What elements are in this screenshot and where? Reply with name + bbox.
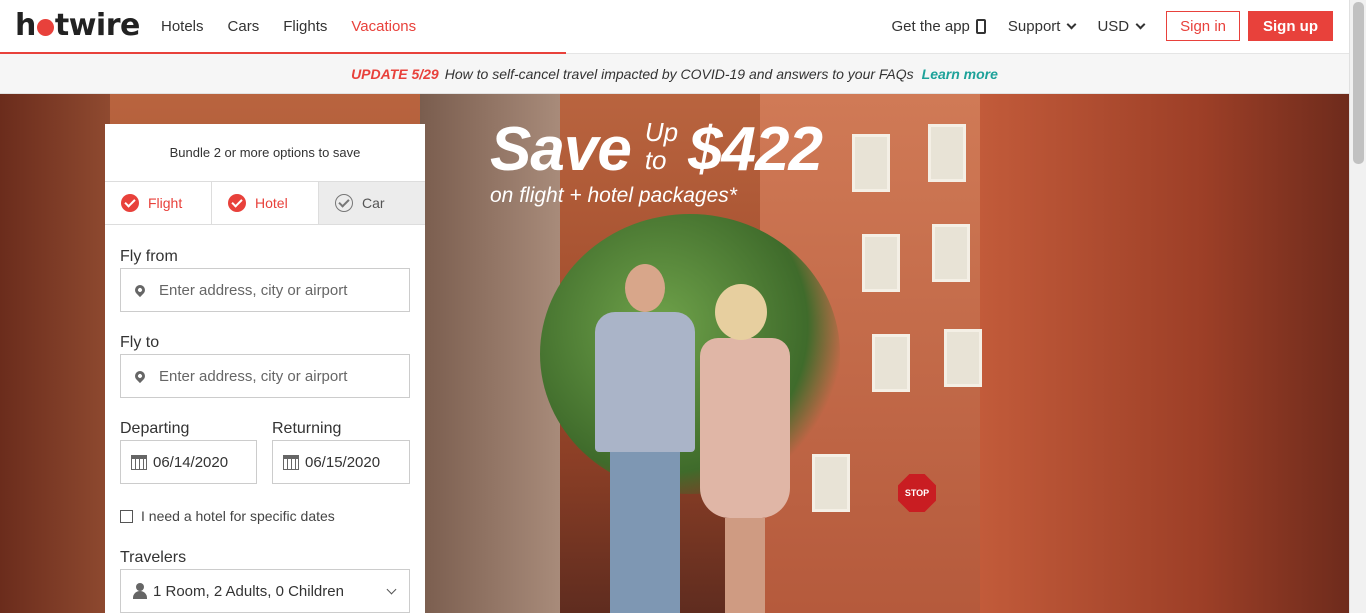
- window: [932, 224, 970, 282]
- fly-from-input[interactable]: Enter address, city or airport: [120, 268, 410, 312]
- search-panel: Bundle 2 or more options to save Flight …: [105, 124, 425, 613]
- promo-subtitle: on flight + hotel packages*: [490, 184, 737, 207]
- check-circle-icon: [228, 194, 246, 212]
- check-circle-icon: [121, 194, 139, 212]
- fly-to-input[interactable]: Enter address, city or airport: [120, 354, 410, 398]
- window: [944, 329, 982, 387]
- travelers-label: Travelers: [120, 549, 187, 566]
- hotwire-logo[interactable]: h twire: [15, 8, 140, 43]
- phone-icon: [975, 18, 986, 34]
- option-flight[interactable]: Flight: [105, 182, 212, 224]
- window: [928, 124, 966, 182]
- departing-label: Departing: [120, 420, 190, 437]
- location-pin-icon: [132, 368, 148, 384]
- logo-dot: [36, 19, 54, 36]
- returning-label: Returning: [272, 420, 342, 437]
- chevron-down-icon: [386, 584, 397, 595]
- learn-more-link[interactable]: Learn more: [922, 66, 998, 82]
- fly-to-label: Fly to: [120, 334, 160, 351]
- account-nav: Get the app Support USD Sign in Sign up: [892, 11, 1333, 41]
- calendar-icon: [283, 454, 299, 470]
- hotel-dates-checkbox[interactable]: [120, 509, 133, 523]
- nav-flights[interactable]: Flights: [283, 18, 327, 35]
- site-header: h twire Hotels Cars Flights Vacations Get…: [0, 0, 1349, 54]
- departing-date-input[interactable]: 06/14/2020: [120, 440, 257, 484]
- scrollbar-thumb[interactable]: [1353, 2, 1364, 164]
- travelers-select[interactable]: 1 Room, 2 Adults, 0 Children: [120, 569, 410, 613]
- bundle-heading: Bundle 2 or more options to save: [105, 124, 425, 182]
- option-hotel[interactable]: Hotel: [212, 182, 319, 224]
- man-figure: [585, 264, 705, 613]
- nav-cars[interactable]: Cars: [228, 18, 260, 35]
- calendar-icon: [131, 454, 147, 470]
- window: [872, 334, 910, 392]
- check-circle-icon: [335, 194, 353, 212]
- promo-save: Save: [490, 115, 632, 184]
- hotel-dates-option: I need a hotel for specific dates: [120, 508, 335, 524]
- building-right: [980, 94, 1349, 613]
- nav-hotels[interactable]: Hotels: [161, 18, 204, 35]
- promo-up-to: Up to: [644, 117, 679, 175]
- sign-in-button[interactable]: Sign in: [1166, 11, 1240, 41]
- banner-message: How to self-cancel travel impacted by CO…: [444, 65, 914, 82]
- nav-vacations[interactable]: Vacations: [351, 18, 416, 35]
- window: [812, 454, 850, 512]
- bundle-options: Flight Hotel Car: [105, 182, 425, 225]
- hotel-dates-label: I need a hotel for specific dates: [141, 508, 335, 524]
- chevron-down-icon: [1135, 19, 1146, 29]
- fly-from-label: Fly from: [120, 248, 178, 265]
- main-nav: Hotels Cars Flights Vacations: [161, 18, 440, 35]
- person-icon: [133, 583, 147, 599]
- window: [862, 234, 900, 292]
- chevron-down-icon: [1067, 19, 1077, 29]
- page-scrollbar[interactable]: [1349, 0, 1366, 613]
- building-left: [0, 94, 110, 613]
- stop-sign: STOP: [898, 474, 936, 512]
- get-app-link[interactable]: Get the app: [892, 18, 986, 35]
- currency-dropdown[interactable]: USD: [1097, 18, 1146, 35]
- covid-banner: UPDATE 5/29 How to self-cancel travel im…: [0, 54, 1349, 94]
- window: [852, 134, 890, 192]
- returning-date-input[interactable]: 06/15/2020: [272, 440, 410, 484]
- woman-figure: [690, 284, 800, 613]
- promo-amount: $422: [688, 115, 823, 184]
- sign-up-button[interactable]: Sign up: [1248, 11, 1333, 41]
- location-pin-icon: [132, 282, 148, 298]
- banner-update-tag: UPDATE 5/29: [351, 65, 439, 82]
- support-dropdown[interactable]: Support: [1008, 18, 1077, 35]
- promo-headline: Save Up to $422 on flight + hotel packag…: [490, 115, 823, 208]
- option-car[interactable]: Car: [319, 182, 425, 224]
